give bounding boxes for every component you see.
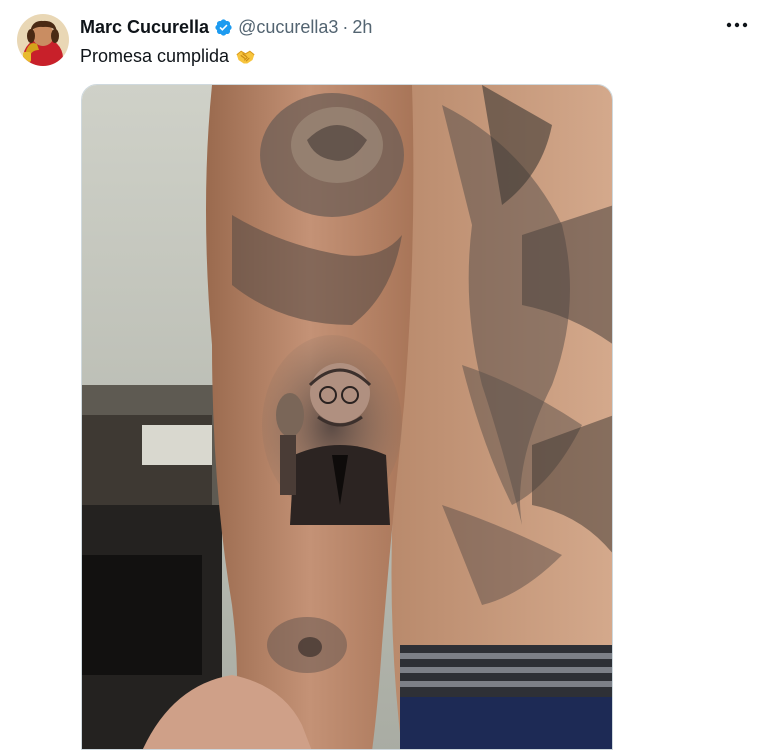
handshake-emoji-icon <box>235 46 256 67</box>
verified-badge-icon <box>214 18 233 37</box>
tweet[interactable]: Marc Cucurella @cucurella3 · 2h Promesa … <box>0 0 771 750</box>
tweet-text: Promesa cumplida <box>80 46 256 67</box>
author-handle[interactable]: @cucurella3 <box>238 17 338 38</box>
tattoo-photo <box>82 85 612 749</box>
tweet-text-content: Promesa cumplida <box>80 46 230 66</box>
tweet-media-photo[interactable] <box>81 84 613 750</box>
separator-dot: · <box>342 16 349 37</box>
author-display-name[interactable]: Marc Cucurella <box>80 17 209 38</box>
author-avatar[interactable] <box>17 14 69 66</box>
tweet-timestamp[interactable]: 2h <box>352 17 372 38</box>
more-horizontal-icon <box>726 22 748 28</box>
tweet-header: Marc Cucurella @cucurella3 · 2h <box>80 16 372 38</box>
more-options-button[interactable] <box>722 12 752 38</box>
avatar-image <box>17 14 69 66</box>
